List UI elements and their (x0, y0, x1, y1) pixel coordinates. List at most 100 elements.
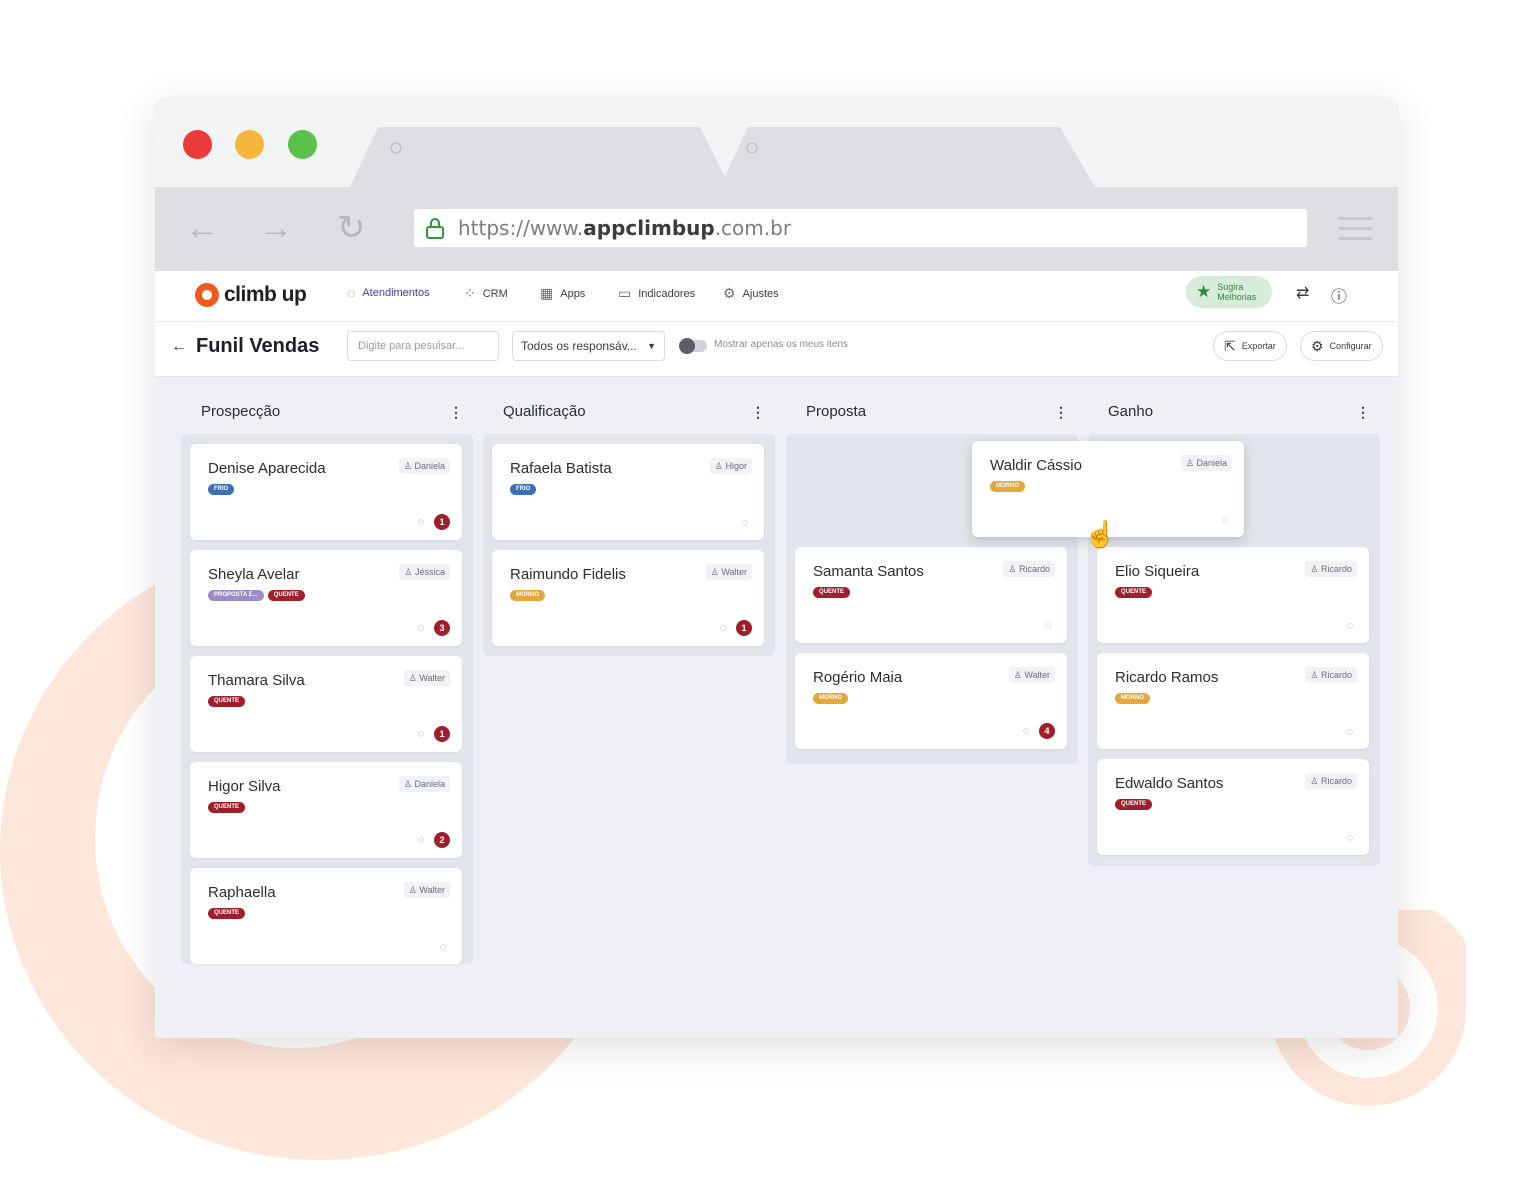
tag-list: MORNO (990, 481, 1029, 492)
lead-card[interactable]: Rafaela Batista ♙ Higor FRIO ◌ (492, 444, 764, 540)
owner-badge: ♙ Higor (709, 458, 752, 474)
maximize-window-button[interactable] (288, 130, 317, 159)
tag-list: FRIO (208, 484, 238, 495)
comment-icon[interactable]: ◌ (738, 516, 752, 530)
suggest-improvements-button[interactable]: ★ Sugira Melhorias (1186, 276, 1272, 308)
temperature-tag: QUENTE (813, 587, 851, 598)
export-button[interactable]: ⇱ Exportar (1213, 331, 1287, 361)
lead-card[interactable]: Thamara Silva ♙ Walter QUENTE ◌ 1 (190, 656, 462, 752)
unread-count-badge: 4 (1039, 723, 1055, 739)
lead-card[interactable]: Ricardo Ramos ♙ Ricardo MORNO ◌ (1097, 653, 1369, 749)
card-footer: ◌ (1343, 725, 1357, 739)
card-footer: ◌ 4 (1019, 723, 1055, 739)
comment-icon[interactable]: ◌ (1343, 831, 1357, 845)
owner-badge: ♙ Daniela (1180, 455, 1232, 471)
nav-indicadores[interactable]: ▭ Indicadores (618, 285, 695, 302)
nav-apps[interactable]: ▦ Apps (540, 285, 585, 302)
lead-name: Raphaella (208, 884, 276, 901)
comment-icon[interactable]: ◌ (436, 940, 450, 954)
logo-mark-icon (195, 283, 219, 307)
lock-icon (426, 218, 444, 239)
column-menu-icon[interactable]: ⋮ (1356, 404, 1370, 421)
column-menu-icon[interactable]: ⋮ (1054, 404, 1068, 421)
unread-count-badge: 1 (434, 726, 450, 742)
lead-name: Samanta Santos (813, 563, 924, 580)
card-footer: ◌ (1041, 619, 1055, 633)
comment-icon[interactable]: ◌ (1041, 619, 1055, 633)
nav-crm[interactable]: ⁘ CRM (464, 285, 508, 302)
comment-icon[interactable]: ◌ (414, 833, 428, 847)
nav-atendimentos[interactable]: ◌ Atendimentos (347, 285, 430, 301)
apps-icon: ▦ (540, 285, 554, 301)
temperature-tag: QUENTE (208, 696, 246, 707)
temperature-tag: FRIO (510, 484, 537, 495)
temperature-tag: FRIO (208, 484, 235, 495)
owner-badge: ♙ Walter (1008, 667, 1055, 683)
temperature-tag: MORNO (510, 590, 545, 601)
card-footer: ◌ (1343, 619, 1357, 633)
url-bar[interactable]: https://www.appclimbup.com.br (414, 209, 1307, 247)
comment-icon[interactable]: ◌ (1218, 513, 1232, 527)
switch-icon[interactable]: ⇄ (1296, 283, 1309, 303)
temperature-tag: PROPOSTA E... (208, 590, 264, 601)
comment-icon[interactable]: ◌ (1343, 619, 1357, 633)
lead-name: Rogério Maia (813, 669, 903, 686)
tag-list: PROPOSTA E... QUENTE (208, 590, 309, 601)
tag-list: MORNO (813, 693, 852, 704)
logo-text: climb up (224, 283, 307, 306)
lead-name: Ricardo Ramos (1115, 669, 1219, 686)
lead-name: Denise Aparecida (208, 460, 326, 477)
configure-button[interactable]: ⚙ Configurar (1300, 331, 1383, 361)
unread-count-badge: 1 (434, 514, 450, 530)
help-icon[interactable]: ⓘ (1331, 283, 1347, 307)
back-arrow-icon[interactable]: ← (185, 211, 219, 245)
search-input[interactable]: Digite para pesuisar... (347, 331, 499, 361)
owner-badge: ♙ Ricardo (1305, 667, 1357, 683)
climbup-logo[interactable]: climb up (195, 283, 307, 307)
responsible-select[interactable]: Todos os responsáv... ▼ (512, 331, 665, 361)
lead-card[interactable]: Denise Aparecida ♙ Daniela FRIO ◌ 1 (190, 444, 462, 540)
column-menu-icon[interactable]: ⋮ (751, 404, 765, 421)
temperature-tag: QUENTE (1115, 799, 1153, 810)
reload-icon[interactable]: ↻ (337, 211, 366, 245)
column-menu-icon[interactable]: ⋮ (449, 404, 463, 421)
back-icon[interactable]: ← (171, 338, 187, 356)
card-footer: ◌ (436, 940, 450, 954)
lead-card[interactable]: Sheyla Avelar ♙ Jéssica PROPOSTA E... QUENT… (190, 550, 462, 646)
forward-arrow-icon[interactable]: → (259, 211, 293, 245)
page-toolbar: ← Funil Vendas Digite para pesuisar... T… (155, 322, 1398, 377)
browser-tab-1[interactable] (350, 127, 730, 187)
comment-icon[interactable]: ◌ (414, 515, 428, 529)
lead-card[interactable]: Samanta Santos ♙ Ricardo QUENTE ◌ (795, 547, 1067, 643)
column-title: Prospecção (201, 403, 281, 420)
lead-card[interactable]: Edwaldo Santos ♙ Ricardo QUENTE ◌ (1097, 759, 1369, 855)
mine-only-toggle[interactable] (679, 338, 707, 354)
comment-icon[interactable]: ◌ (1019, 724, 1033, 738)
comment-icon[interactable]: ◌ (716, 621, 730, 635)
comment-icon[interactable]: ◌ (414, 727, 428, 741)
lead-card[interactable]: Raphaella ♙ Walter QUENTE ◌ (190, 868, 462, 964)
minimize-window-button[interactable] (235, 130, 264, 159)
lead-card[interactable]: Rogério Maia ♙ Walter MORNO ◌ 4 (795, 653, 1067, 749)
nav-ajustes[interactable]: ⚙ Ajustes (723, 285, 779, 302)
url-text: https://www.appclimbup.com.br (458, 216, 792, 240)
temperature-tag: QUENTE (1115, 587, 1153, 598)
comment-icon[interactable]: ◌ (414, 621, 428, 635)
tag-list: QUENTE (1115, 587, 1156, 598)
grab-cursor-icon: ☝ (1084, 519, 1117, 549)
lead-card[interactable]: Higor Silva ♙ Daniela QUENTE ◌ 2 (190, 762, 462, 858)
unread-count-badge: 2 (434, 832, 450, 848)
owner-badge: ♙ Jéssica (399, 564, 450, 580)
close-window-button[interactable] (183, 130, 212, 159)
kanban-board: Prospecção ⋮ Denise Aparecida ♙ Daniela FRIO… (155, 377, 1398, 1038)
browser-addressbar: ← → ↻ https://www.appclimbup.com.br (155, 187, 1398, 271)
lead-card[interactable]: Raimundo Fidelis ♙ Walter MORNO ◌ 1 (492, 550, 764, 646)
card-footer: ◌ 3 (414, 620, 450, 636)
comment-icon[interactable]: ◌ (1343, 725, 1357, 739)
lead-name: Edwaldo Santos (1115, 775, 1224, 792)
toggle-label: Mostrar apenas os meus itens (714, 339, 848, 350)
browser-tab-2[interactable] (720, 127, 1095, 187)
browser-menu-icon[interactable] (1338, 217, 1372, 247)
lead-card[interactable]: Elio Siqueira ♙ Ricardo QUENTE ◌ (1097, 547, 1369, 643)
tag-list: QUENTE (208, 908, 249, 919)
